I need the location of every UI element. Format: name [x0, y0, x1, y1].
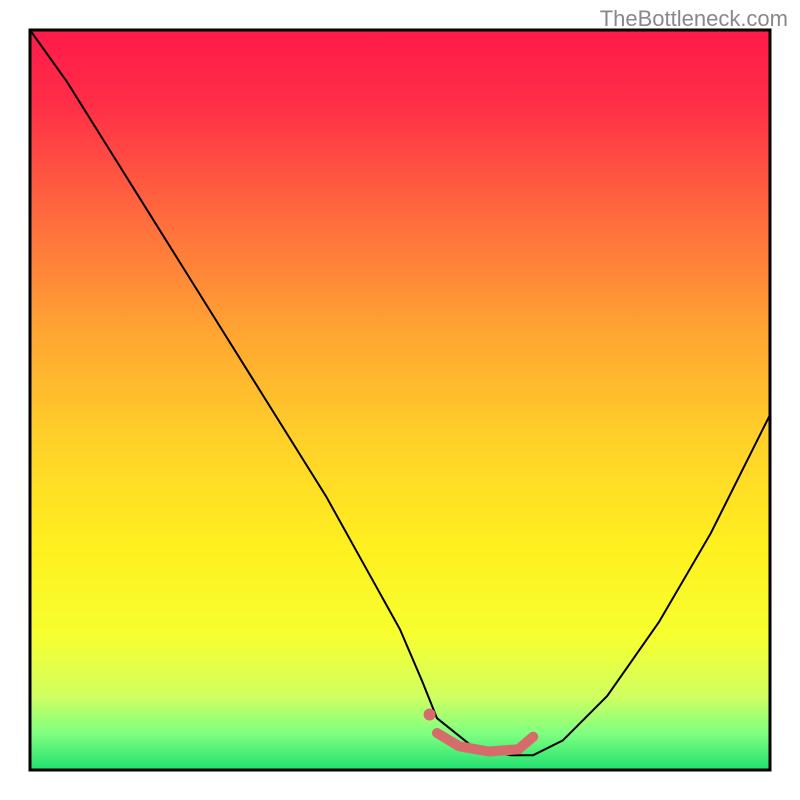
optimal-point	[424, 709, 436, 721]
chart-svg	[0, 0, 800, 800]
plot-background	[30, 30, 770, 770]
bottleneck-chart: TheBottleneck.com	[0, 0, 800, 800]
watermark-text: TheBottleneck.com	[600, 6, 788, 32]
